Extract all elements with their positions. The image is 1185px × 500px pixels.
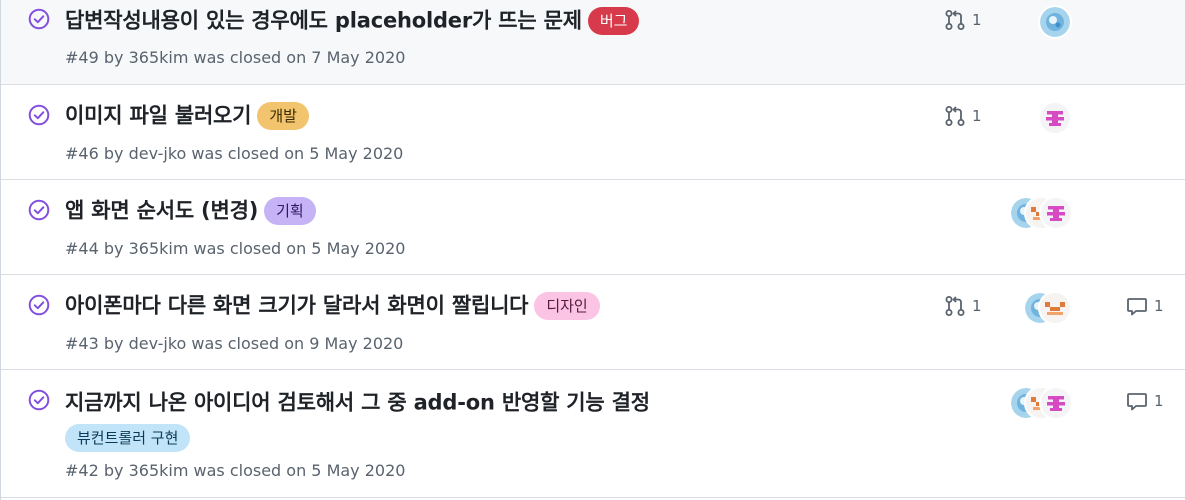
issue-number: #49: [65, 48, 99, 67]
comments-link[interactable]: 1: [1126, 390, 1164, 412]
pink-avatar-icon: [1040, 103, 1070, 133]
assignees: [1038, 5, 1072, 39]
issue-author-link[interactable]: 365kim: [129, 239, 189, 258]
closed-issue-icon: [28, 199, 50, 221]
orange-avatar-icon: [1040, 293, 1070, 323]
by-text: by: [103, 239, 124, 258]
issue-meta: #46 by dev-jko was closed on 5 May 2020: [65, 144, 403, 163]
issue-title[interactable]: 지금까지 나온 아이디어 검토해서 그 중 add-on 반영할 기능 결정: [65, 391, 650, 415]
issue-title-line: 아이폰마다 다른 화면 크기가 달라서 화면이 짤립니다 디자인: [65, 291, 756, 320]
issue-title[interactable]: 아이폰마다 다른 화면 크기가 달라서 화면이 짤립니다: [65, 294, 529, 318]
linked-pr-count: 1: [972, 107, 982, 125]
issue-author-link[interactable]: 365kim: [129, 48, 189, 67]
by-text: by: [103, 461, 124, 480]
issue-author-link[interactable]: dev-jko: [129, 144, 187, 163]
issue-meta: #49 by 365kim was closed on 7 May 2020: [65, 48, 405, 67]
linked-pr[interactable]: 1: [944, 295, 982, 317]
issue-meta: #44 by 365kim was closed on 5 May 2020: [65, 239, 405, 258]
issue-title-line: 이미지 파일 불러오기 개발: [65, 101, 756, 130]
assignees: [1023, 291, 1072, 325]
assignee-avatar-blue[interactable]: [1038, 5, 1072, 39]
linked-pr-count: 1: [972, 297, 982, 315]
issue-number: #42: [65, 461, 99, 480]
issue-row-49[interactable]: 답변작성내용이 있는 경우에도 placeholder가 뜨는 문제 버그 #49…: [1, 0, 1185, 85]
closed-issue-icon: [28, 294, 50, 316]
issue-number: #46: [65, 144, 99, 163]
closed-date-text: was closed on 5 May 2020: [193, 461, 406, 480]
label-plan[interactable]: 기획: [264, 196, 316, 225]
issue-number: #44: [65, 239, 99, 258]
issue-title[interactable]: 이미지 파일 불러오기: [65, 104, 252, 128]
issue-meta: #42 by 365kim was closed on 5 May 2020: [65, 461, 405, 480]
issue-labels-line: 뷰컨트롤러 구현: [65, 423, 756, 452]
by-text: by: [103, 144, 124, 163]
assignees: [1038, 101, 1072, 135]
label-design[interactable]: 디자인: [534, 291, 600, 320]
assignees: [1009, 196, 1073, 230]
assignee-avatar-pink[interactable]: [1038, 101, 1072, 135]
assignees: [1009, 386, 1073, 420]
comment-icon: [1127, 298, 1147, 316]
linked-pr[interactable]: 1: [944, 105, 982, 127]
assignee-avatar-pink[interactable]: [1039, 196, 1073, 230]
issue-row-46[interactable]: 이미지 파일 불러오기 개발 #46 by dev-jko was closed …: [1, 85, 1185, 180]
pink-avatar-icon: [1041, 198, 1071, 228]
issue-number: #43: [65, 334, 99, 353]
issue-title-line: 답변작성내용이 있는 경우에도 placeholder가 뜨는 문제 버그: [65, 6, 756, 35]
comment-count: 1: [1154, 297, 1164, 315]
comment-count: 1: [1154, 392, 1164, 410]
issue-row-42[interactable]: 지금까지 나온 아이디어 검토해서 그 중 add-on 반영할 기능 결정 뷰…: [1, 370, 1185, 498]
assignee-avatar-orange[interactable]: [1038, 291, 1072, 325]
label-viewcontroller[interactable]: 뷰컨트롤러 구현: [65, 423, 191, 452]
closed-date-text: was closed on 5 May 2020: [191, 144, 404, 163]
pull-request-icon: [945, 296, 965, 316]
issue-title[interactable]: 앱 화면 순서도 (변경): [65, 199, 258, 223]
pull-request-icon: [945, 10, 965, 30]
issue-meta: #43 by dev-jko was closed on 9 May 2020: [65, 334, 403, 353]
issue-list: 답변작성내용이 있는 경우에도 placeholder가 뜨는 문제 버그 #49…: [0, 0, 1185, 500]
assignee-avatar-pink[interactable]: [1039, 386, 1073, 420]
closed-date-text: was closed on 7 May 2020: [193, 48, 406, 67]
closed-date-text: was closed on 9 May 2020: [191, 334, 404, 353]
issue-title[interactable]: 답변작성내용이 있는 경우에도 placeholder가 뜨는 문제: [65, 9, 582, 33]
issue-author-link[interactable]: 365kim: [129, 461, 189, 480]
label-bug[interactable]: 버그: [587, 6, 640, 35]
linked-pr[interactable]: 1: [944, 9, 982, 31]
by-text: by: [103, 334, 124, 353]
comment-icon: [1127, 393, 1147, 411]
label-dev[interactable]: 개발: [257, 101, 309, 130]
blue-avatar-icon: [1040, 7, 1070, 37]
pink-avatar-icon: [1041, 388, 1071, 418]
closed-issue-icon: [28, 389, 50, 411]
issue-author-link[interactable]: dev-jko: [129, 334, 187, 353]
pull-request-icon: [945, 106, 965, 126]
closed-date-text: was closed on 5 May 2020: [193, 239, 406, 258]
by-text: by: [103, 48, 124, 67]
closed-issue-icon: [28, 104, 50, 126]
comments-link[interactable]: 1: [1126, 295, 1164, 317]
issue-title-line: 앱 화면 순서도 (변경) 기획: [65, 196, 756, 225]
linked-pr-count: 1: [972, 11, 982, 29]
issue-row-44[interactable]: 앱 화면 순서도 (변경) 기획 #44 by 365kim was closed…: [1, 180, 1185, 275]
issue-row-43[interactable]: 아이폰마다 다른 화면 크기가 달라서 화면이 짤립니다 디자인 #43 by d…: [1, 275, 1185, 370]
issue-title-line: 지금까지 나온 아이디어 검토해서 그 중 add-on 반영할 기능 결정: [65, 388, 766, 417]
closed-issue-icon: [28, 8, 50, 30]
